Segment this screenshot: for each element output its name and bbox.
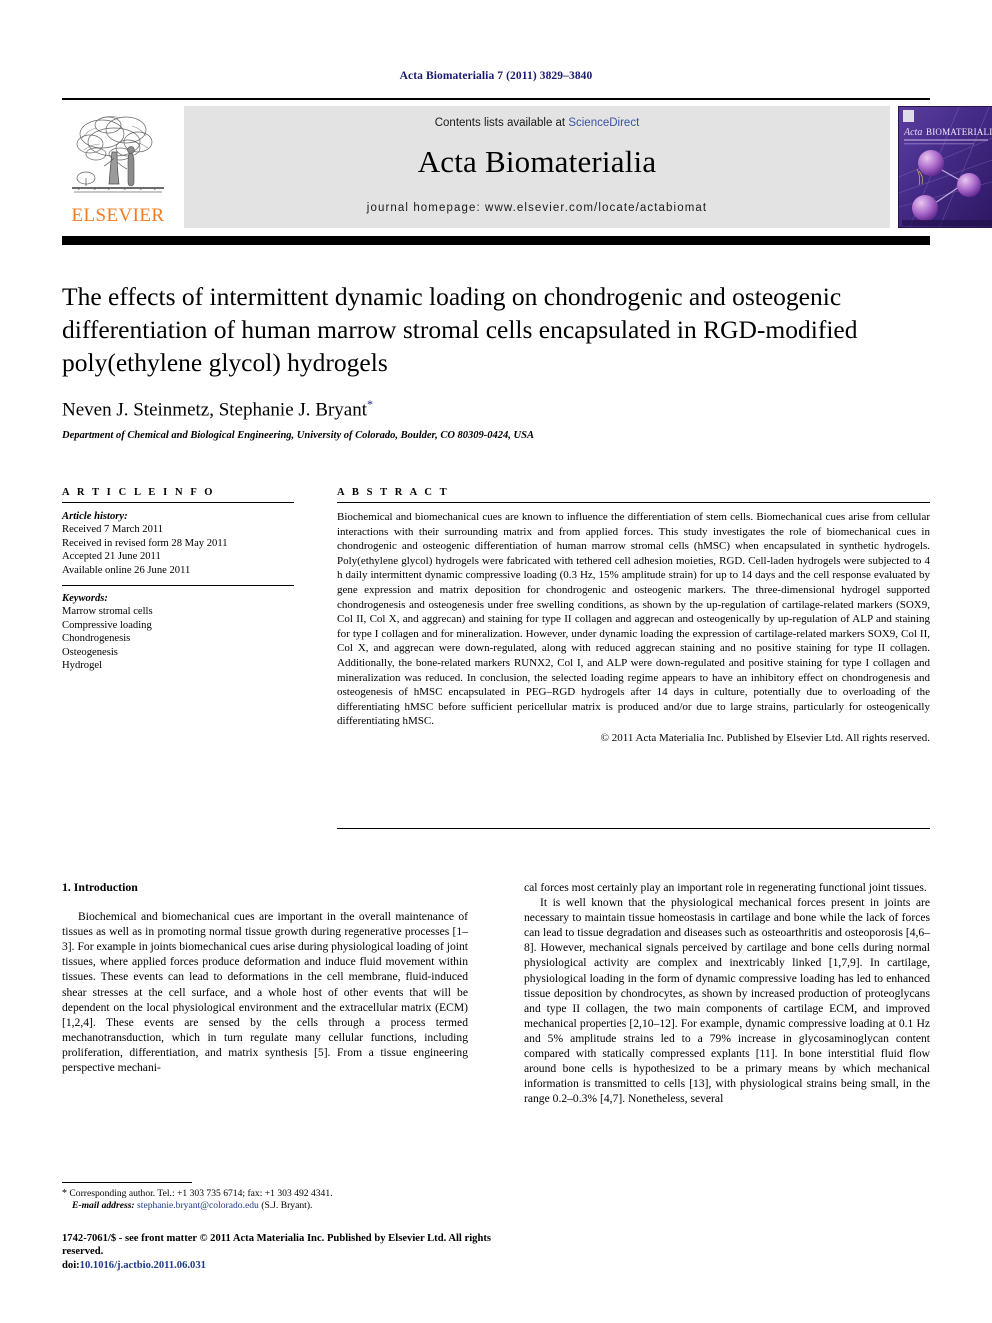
journal-masthead: ELSEVIER Contents lists available at Sci…: [62, 98, 992, 230]
author-names: Neven J. Steinmetz, Stephanie J. Bryant: [62, 399, 367, 421]
abstract-heading: A B S T R A C T: [337, 487, 450, 498]
article-info-rule: [62, 502, 294, 503]
footnote-block: * Corresponding author. Tel.: +1 303 735…: [62, 1188, 482, 1213]
paragraph: Biochemical and biomechanical cues are i…: [62, 910, 469, 1075]
abstract-text: Biochemical and biomechanical cues are k…: [337, 511, 930, 728]
elsevier-logo: ELSEVIER: [62, 106, 174, 230]
abstract-bottom-rule: [337, 828, 930, 829]
paragraph: cal forces most certainly play an import…: [524, 881, 927, 894]
svg-text:Acta: Acta: [903, 127, 922, 138]
journal-homepage-link[interactable]: journal homepage: www.elsevier.com/locat…: [184, 202, 890, 214]
keywords-block: Keywords: Marrow stromal cells Compressi…: [62, 585, 302, 672]
body-column-right: cal forces most certainly play an import…: [524, 880, 930, 1106]
journal-band: Contents lists available at ScienceDirec…: [184, 106, 890, 228]
article-history-list: Received 7 March 2011 Received in revise…: [62, 523, 302, 577]
keyword-item: Marrow stromal cells: [62, 606, 153, 618]
asterisk-icon: *: [62, 1188, 67, 1199]
elsevier-tree-icon: [68, 108, 168, 204]
email-link[interactable]: stephanie.bryant@colorado.edu: [137, 1200, 259, 1211]
article-info-column: Article history: Received 7 March 2011 R…: [62, 510, 302, 672]
journal-title: Acta Biomaterialia: [417, 144, 657, 179]
doi-link[interactable]: 10.1016/j.actbio.2011.06.031: [80, 1260, 206, 1271]
section-heading-introduction: 1. Introduction: [62, 880, 138, 894]
history-item: Received 7 March 2011: [62, 524, 164, 536]
email-owner-text: (S.J. Bryant).: [261, 1200, 313, 1212]
keywords-label: Keywords:: [62, 593, 108, 605]
corresponding-author-text: Corresponding author. Tel.: +1 303 735 6…: [69, 1188, 333, 1199]
corresponding-author-note: * Corresponding author. Tel.: +1 303 735…: [62, 1188, 482, 1200]
contents-prefix-text: Contents lists available at: [434, 117, 569, 129]
elsevier-wordmark: ELSEVIER: [71, 205, 165, 226]
keyword-item: Osteogenesis: [62, 646, 118, 658]
article-info-heading: A R T I C L E I N F O: [62, 487, 216, 498]
keywords-list: Marrow stromal cells Compressive loading…: [62, 605, 302, 672]
keyword-item: Compressive loading: [62, 619, 152, 631]
author-list: Neven J. Steinmetz, Stephanie J. Bryant*: [62, 397, 930, 421]
keywords-rule: [62, 585, 294, 587]
corresponding-author-marker: *: [367, 397, 373, 411]
journal-article-page: Acta Biomaterialia 7 (2011) 3829–3840 EL…: [0, 0, 992, 1323]
journal-cover-thumbnail: Acta BIOMATERIALIA: [898, 106, 992, 228]
body-column-left: 1. Introduction Biochemical and biomecha…: [62, 880, 468, 1075]
footnote-rule: [62, 1182, 192, 1183]
history-item: Received in revised form 28 May 2011: [62, 537, 228, 549]
contents-available-line: Contents lists available at ScienceDirec…: [184, 117, 890, 129]
running-head: Acta Biomaterialia 7 (2011) 3829–3840: [399, 70, 593, 82]
keyword-item: Hydrogel: [62, 660, 103, 672]
abstract-column: Biochemical and biomechanical cues are k…: [337, 510, 930, 746]
masthead-top-rule: [62, 98, 930, 100]
imprint-line: 1742-7061/$ - see front matter © 2011 Ac…: [62, 1233, 491, 1258]
abstract-copyright: © 2011 Acta Materialia Inc. Published by…: [600, 731, 930, 744]
history-item: Accepted 21 June 2011: [62, 551, 161, 563]
keyword-item: Chondrogenesis: [62, 633, 131, 645]
masthead-black-bar: [62, 236, 930, 245]
doi-line: doi:10.1016/j.actbio.2011.06.031: [62, 1259, 502, 1272]
abstract-rule: [337, 502, 930, 503]
svg-text:BIOMATERIALIA: BIOMATERIALIA: [926, 127, 992, 137]
email-note: E-mail address: stephanie.bryant@colorad…: [62, 1200, 482, 1212]
doi-label: doi:: [62, 1259, 80, 1271]
email-address-label: E-mail address:: [72, 1200, 135, 1212]
page-title: The effects of intermittent dynamic load…: [62, 282, 858, 377]
imprint-block: 1742-7061/$ - see front matter © 2011 Ac…: [62, 1232, 502, 1272]
title-block: The effects of intermittent dynamic load…: [62, 280, 930, 441]
affiliation: Department of Chemical and Biological En…: [62, 430, 534, 442]
sciencedirect-link[interactable]: ScienceDirect: [568, 117, 639, 129]
history-item: Available online 26 June 2011: [62, 564, 191, 576]
paragraph: It is well known that the physiological …: [524, 896, 930, 1106]
article-history-label: Article history:: [62, 511, 128, 522]
